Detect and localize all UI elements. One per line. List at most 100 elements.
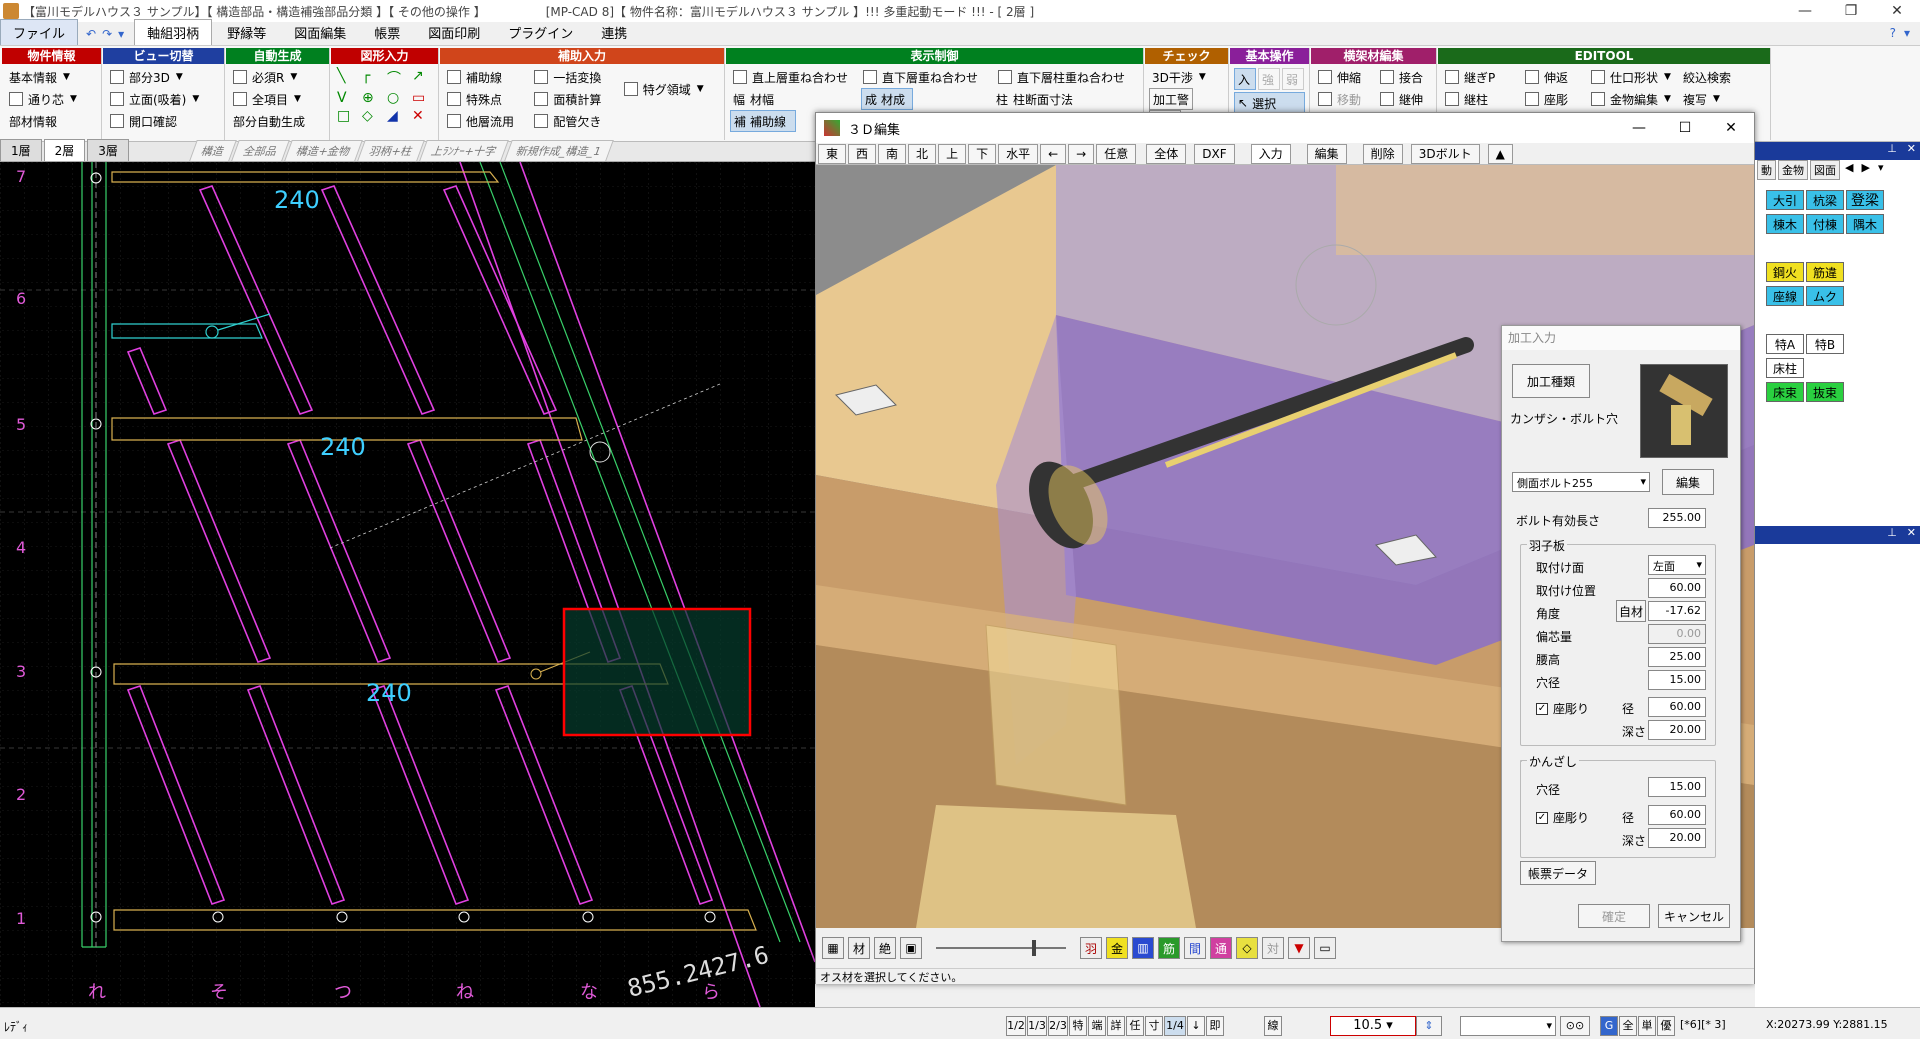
- line-tool-icon[interactable]: ╲: [337, 68, 359, 88]
- kanzashi-seat-dia-field[interactable]: 60.00: [1648, 805, 1706, 825]
- mount-face-select[interactable]: 左面 ▾: [1648, 555, 1706, 575]
- tsugi-hashira-button[interactable]: 継柱: [1442, 88, 1522, 110]
- transparency-slider[interactable]: [936, 940, 1066, 956]
- fill-tool-icon[interactable]: ▭: [412, 90, 434, 106]
- tool-icon[interactable]: 間: [1184, 937, 1206, 959]
- tab-layer-2[interactable]: 2層: [43, 139, 86, 161]
- snap-button[interactable]: 即: [1206, 1016, 1224, 1036]
- select-button[interactable]: ↖ 選択: [1234, 92, 1305, 114]
- side-btn-munagi[interactable]: 棟木: [1766, 214, 1804, 234]
- side-btn-kouka[interactable]: 鋼火: [1766, 262, 1804, 282]
- tool-icon[interactable]: ▥: [1132, 937, 1154, 959]
- side-btn-sumigi[interactable]: 隅木: [1846, 214, 1884, 234]
- help-icon[interactable]: ?: [1890, 26, 1896, 40]
- view-south-button[interactable]: 南: [878, 143, 907, 164]
- tool-icon[interactable]: 通: [1210, 937, 1232, 959]
- snap-button[interactable]: 寸: [1145, 1016, 1163, 1036]
- confirm-button[interactable]: 確定: [1578, 904, 1650, 928]
- view-west-button[interactable]: 西: [848, 143, 877, 164]
- tsugi-p-button[interactable]: 継ぎP: [1442, 66, 1522, 88]
- close-icon[interactable]: ✕: [1907, 526, 1916, 544]
- side-tab[interactable]: 金物: [1778, 160, 1808, 180]
- minimize-button[interactable]: —: [1782, 0, 1828, 22]
- tsugi-nobi-button[interactable]: 継伸: [1377, 88, 1435, 110]
- side-btn-obiki[interactable]: 大引: [1766, 190, 1804, 210]
- view-tab-kozo-kanamono[interactable]: 構造+金物: [284, 140, 363, 161]
- tokugu-ryoiki-button[interactable]: 特グ領域 ▼: [621, 78, 720, 100]
- zaisei-button[interactable]: 成材成: [861, 88, 913, 110]
- zenkomoku-button[interactable]: 全項目 ▼: [230, 88, 325, 110]
- kakou-kei-button[interactable]: 加工警: [1149, 88, 1194, 110]
- mode-button[interactable]: 単: [1638, 1016, 1656, 1036]
- view-east-button[interactable]: 東: [818, 143, 847, 164]
- 3d-close-button[interactable]: ✕: [1708, 113, 1754, 143]
- view-free-button[interactable]: 任意: [1096, 143, 1137, 164]
- view-top-button[interactable]: 上: [938, 143, 967, 164]
- snap-button[interactable]: 端: [1088, 1016, 1106, 1036]
- tab-zumen-insatsu[interactable]: 図面印刷: [415, 19, 493, 45]
- diamond-tool-icon[interactable]: ◇: [362, 108, 384, 124]
- triangle-tool-icon[interactable]: ◢: [387, 108, 409, 124]
- dxf-button[interactable]: DXF: [1194, 143, 1235, 164]
- zaihaba-button[interactable]: 幅材幅: [730, 88, 860, 110]
- pin-icon[interactable]: ⊥: [1887, 142, 1897, 160]
- hojosen-display-button[interactable]: 補補助線: [730, 110, 796, 132]
- snap-button[interactable]: 1/2: [1006, 1016, 1026, 1036]
- idou-button[interactable]: 移動: [1315, 88, 1377, 110]
- hagoita-seat-depth-field[interactable]: 20.00: [1648, 720, 1706, 740]
- mode-button[interactable]: G: [1600, 1016, 1618, 1036]
- layer-select[interactable]: ▾: [1460, 1016, 1556, 1036]
- input-mode-button[interactable]: 入: [1234, 68, 1256, 90]
- rotate-right-button[interactable]: →: [1068, 143, 1095, 164]
- side-btn-toku-a[interactable]: 特A: [1766, 334, 1804, 354]
- bubun-3d-button[interactable]: 部分3D ▼: [107, 66, 220, 88]
- jokaso-kasane-button[interactable]: 直上層重ね合わせ: [730, 66, 860, 88]
- shinshuku-button[interactable]: 伸縮: [1315, 66, 1377, 88]
- side-btn-tokobashira[interactable]: 床柱: [1766, 358, 1804, 378]
- kanzashi-seat-depth-field[interactable]: 20.00: [1648, 828, 1706, 848]
- side-tab[interactable]: 図面: [1810, 160, 1840, 180]
- view-tab-shinki[interactable]: 新規作成_構造_1: [503, 140, 614, 161]
- snap-button[interactable]: 特: [1069, 1016, 1087, 1036]
- tool-icon[interactable]: ◇: [1236, 937, 1258, 959]
- hagoita-hole-field[interactable]: 15.00: [1648, 670, 1706, 690]
- snap-button[interactable]: 詳: [1107, 1016, 1125, 1036]
- 3d-bolt-button[interactable]: 3Dボルト: [1410, 143, 1480, 164]
- view-tab-runner[interactable]: 上ﾗﾝﾅｰ+十字: [419, 140, 510, 161]
- circle-tool-icon[interactable]: ⊕: [362, 90, 384, 106]
- arc-tool-icon[interactable]: ⌒: [387, 68, 409, 88]
- side-btn-muku[interactable]: ムク: [1806, 286, 1844, 306]
- chevron-left-icon[interactable]: ◀: [1842, 160, 1856, 180]
- rotate-left-button[interactable]: ←: [1040, 143, 1067, 164]
- binoculars-icon[interactable]: ⊙⊙: [1560, 1016, 1590, 1036]
- kakou-select[interactable]: 側面ボルト255 ▾: [1512, 472, 1650, 492]
- zetsu-button[interactable]: 絶: [874, 937, 896, 959]
- ikkatsu-henkan-button[interactable]: 一括変換: [531, 66, 620, 88]
- bubun-jidou-button[interactable]: 部分自動生成: [230, 110, 325, 132]
- offset-field[interactable]: 0.00: [1648, 624, 1706, 644]
- cad-canvas[interactable]: 7 6 5 4 3 2 1 240 240 240 855.2427.6 れ そ…: [0, 162, 815, 1007]
- cancel-button[interactable]: キャンセル: [1658, 904, 1730, 928]
- zai-button[interactable]: 材: [848, 937, 870, 959]
- snap-button[interactable]: 1/3: [1027, 1016, 1047, 1036]
- rect-tool-icon[interactable]: □: [337, 108, 359, 124]
- tab-noen[interactable]: 野縁等: [214, 19, 279, 45]
- curve-tool-icon[interactable]: ↗: [412, 68, 434, 88]
- view-north-button[interactable]: 北: [908, 143, 937, 164]
- side-btn-nobori[interactable]: 登梁: [1846, 190, 1884, 210]
- tool-icon[interactable]: 筋: [1158, 937, 1180, 959]
- kanzashi-hole-field[interactable]: 15.00: [1648, 777, 1706, 797]
- tab-layer-1[interactable]: 1層: [0, 139, 42, 161]
- shibori-kensaku-button[interactable]: 絞込検索: [1680, 66, 1768, 88]
- view-bottom-button[interactable]: 下: [968, 143, 997, 164]
- menseki-keisan-button[interactable]: 面積計算: [531, 88, 620, 110]
- tokushuten-button[interactable]: 特殊点: [444, 88, 531, 110]
- side-btn-kuibari[interactable]: 杭梁: [1806, 190, 1844, 210]
- mode-button[interactable]: 全: [1619, 1016, 1637, 1036]
- side-tab[interactable]: 動: [1757, 160, 1776, 180]
- kaiko-kakunin-button[interactable]: 開口確認: [107, 110, 220, 132]
- erase-tool-icon[interactable]: ✕: [412, 108, 434, 124]
- file-menu[interactable]: ファイル: [0, 19, 79, 45]
- side-btn-toku-b[interactable]: 特B: [1806, 334, 1844, 354]
- angle-auto-button[interactable]: 自材: [1616, 600, 1646, 622]
